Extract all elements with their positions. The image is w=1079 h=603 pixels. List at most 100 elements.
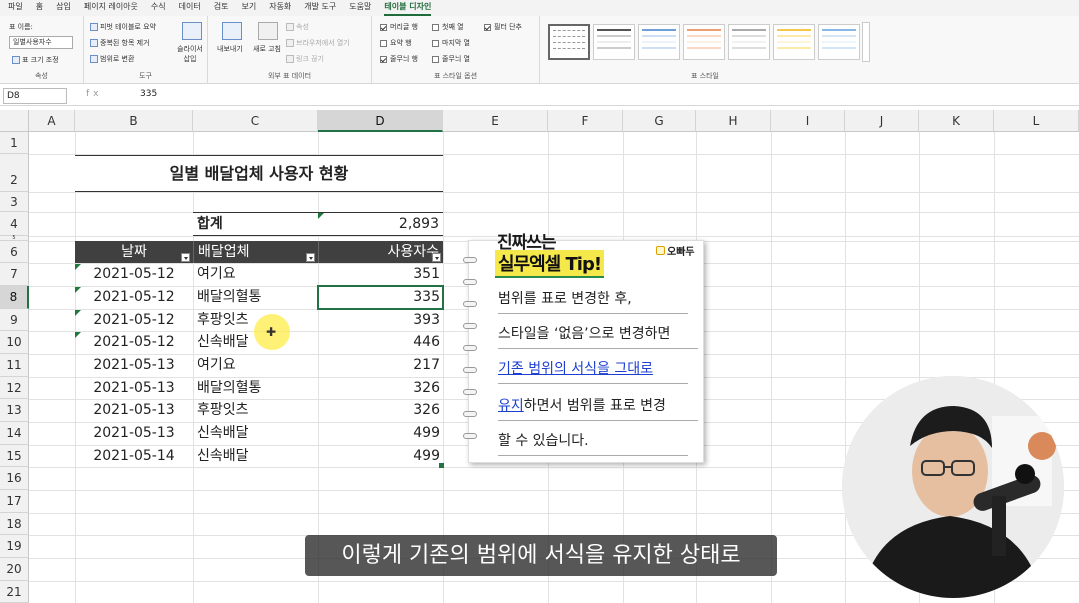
- styles-scroll[interactable]: [862, 22, 870, 62]
- tab-file[interactable]: 파일: [8, 0, 23, 16]
- table-cell-date[interactable]: 2021-05-13: [75, 354, 193, 376]
- filter-dropdown-icon[interactable]: [181, 253, 190, 262]
- table-style-gray[interactable]: [593, 24, 635, 60]
- total-label[interactable]: 합계: [197, 213, 223, 235]
- tab-automate[interactable]: 자동화: [269, 0, 291, 16]
- export-button[interactable]: 내보내기: [217, 44, 243, 54]
- row-header-15[interactable]: 15: [0, 445, 29, 467]
- table-cell-date[interactable]: 2021-05-13: [75, 422, 193, 444]
- col-header-d[interactable]: D: [318, 110, 443, 132]
- table-cell-date[interactable]: 2021-05-13: [75, 377, 193, 399]
- tab-view[interactable]: 보기: [241, 0, 256, 16]
- select-all-corner[interactable]: [0, 110, 29, 132]
- remove-duplicates-button[interactable]: 중복된 항목 제거: [90, 38, 150, 48]
- table-cell-date[interactable]: 2021-05-12: [75, 309, 193, 331]
- total-row-checkbox[interactable]: 요약 행: [380, 38, 412, 48]
- properties-button[interactable]: 속성: [286, 22, 309, 32]
- header-row-checkbox[interactable]: 머리글 행: [380, 22, 418, 32]
- col-header-a[interactable]: A: [29, 110, 75, 132]
- formula-input[interactable]: 335: [140, 89, 157, 99]
- tab-table-design[interactable]: 테이블 디자인: [384, 0, 432, 16]
- table-cell-users[interactable]: 499: [318, 422, 440, 444]
- table-cell-company[interactable]: 후팡잇츠: [197, 399, 249, 421]
- table-cell-users[interactable]: 446: [318, 331, 440, 353]
- pivot-summary-button[interactable]: 피벗 테이블로 요약: [90, 22, 156, 32]
- last-column-checkbox[interactable]: 마지막 열: [432, 38, 470, 48]
- table-style-gold[interactable]: [773, 24, 815, 60]
- tab-formulas[interactable]: 수식: [151, 0, 166, 16]
- row-header-1[interactable]: 1: [0, 132, 29, 154]
- col-header-c[interactable]: C: [193, 110, 318, 132]
- table-cell-company[interactable]: 신속배달: [197, 422, 249, 444]
- table-style-none[interactable]: [548, 24, 590, 60]
- sheet-title[interactable]: 일별 배달업체 사용자 현황: [75, 155, 443, 192]
- table-header-company[interactable]: 배달업체: [193, 241, 318, 263]
- row-header-18[interactable]: 18: [0, 513, 29, 535]
- col-header-h[interactable]: H: [696, 110, 771, 132]
- row-header-4[interactable]: 4: [0, 212, 29, 236]
- table-cell-company[interactable]: 여기요: [197, 263, 236, 285]
- tab-developer[interactable]: 개발 도구: [304, 0, 336, 16]
- table-name-input[interactable]: 일별사용자수: [9, 36, 73, 49]
- col-header-k[interactable]: K: [919, 110, 994, 132]
- table-cell-date[interactable]: 2021-05-12: [75, 286, 193, 308]
- table-cell-date[interactable]: 2021-05-13: [75, 399, 193, 421]
- formula-fx-label[interactable]: fx: [86, 89, 103, 99]
- col-header-b[interactable]: B: [75, 110, 193, 132]
- row-header-12[interactable]: 12: [0, 377, 29, 399]
- tab-page-layout[interactable]: 페이지 레이아웃: [84, 0, 138, 16]
- row-header-19[interactable]: 19: [0, 535, 29, 558]
- tab-home[interactable]: 홈: [36, 0, 43, 16]
- table-cell-users[interactable]: 217: [318, 354, 440, 376]
- tab-help[interactable]: 도움말: [349, 0, 371, 16]
- table-cell-company[interactable]: 신속배달: [197, 331, 249, 353]
- table-resize-handle[interactable]: [439, 463, 444, 468]
- col-header-g[interactable]: G: [623, 110, 696, 132]
- table-cell-company[interactable]: 배달의혈통: [197, 286, 261, 308]
- table-cell-users[interactable]: 326: [318, 377, 440, 399]
- convert-to-range-button[interactable]: 범위로 변환: [90, 54, 134, 64]
- banded-columns-checkbox[interactable]: 줄무늬 열: [432, 54, 470, 64]
- tab-review[interactable]: 검토: [214, 0, 229, 16]
- table-cell-company[interactable]: 여기요: [197, 354, 236, 376]
- col-header-l[interactable]: L: [994, 110, 1079, 132]
- row-header-20[interactable]: 20: [0, 558, 29, 581]
- table-cell-company[interactable]: 배달의혈통: [197, 377, 261, 399]
- banded-rows-checkbox[interactable]: 줄무늬 행: [380, 54, 418, 64]
- tab-insert[interactable]: 삽입: [56, 0, 71, 16]
- row-header-7[interactable]: 7: [0, 263, 29, 286]
- row-header-10[interactable]: 10: [0, 331, 29, 354]
- row-header-16[interactable]: 16: [0, 467, 29, 490]
- row-header-14[interactable]: 14: [0, 422, 29, 445]
- table-style-orange[interactable]: [683, 24, 725, 60]
- open-in-browser-button[interactable]: 브라우저에서 열기: [286, 38, 350, 48]
- row-header-17[interactable]: 17: [0, 490, 29, 513]
- insert-slicer-button[interactable]: 슬라이서 삽입: [174, 44, 206, 64]
- row-header-21[interactable]: 21: [0, 581, 29, 603]
- table-cell-company[interactable]: 신속배달: [197, 445, 249, 467]
- filter-dropdown-icon[interactable]: [306, 253, 315, 262]
- filter-button-checkbox[interactable]: 필터 단추: [484, 22, 522, 32]
- total-value[interactable]: 2,893: [322, 213, 439, 235]
- table-cell-users[interactable]: 499: [318, 445, 440, 467]
- table-style-lightblue[interactable]: [818, 24, 860, 60]
- table-header-date[interactable]: 날짜: [75, 241, 193, 263]
- col-header-j[interactable]: J: [845, 110, 919, 132]
- table-style-silver[interactable]: [728, 24, 770, 60]
- row-header-6[interactable]: 6: [0, 241, 29, 263]
- table-cell-date[interactable]: 2021-05-12: [75, 263, 193, 285]
- table-cell-users[interactable]: 393: [318, 309, 440, 331]
- col-header-e[interactable]: E: [443, 110, 548, 132]
- col-header-i[interactable]: I: [771, 110, 845, 132]
- unlink-button[interactable]: 링크 끊기: [286, 54, 324, 64]
- table-cell-date[interactable]: 2021-05-12: [75, 331, 193, 353]
- refresh-button[interactable]: 새로 고침: [252, 44, 282, 54]
- row-header-2[interactable]: 2: [0, 154, 29, 192]
- resize-table-button[interactable]: 표 크기 조정: [12, 55, 59, 65]
- first-column-checkbox[interactable]: 첫째 열: [432, 22, 464, 32]
- table-cell-users[interactable]: 326: [318, 399, 440, 421]
- name-box[interactable]: D8: [3, 88, 67, 104]
- table-header-users[interactable]: 사용자수: [318, 241, 443, 263]
- table-cell-date[interactable]: 2021-05-14: [75, 445, 193, 467]
- tab-data[interactable]: 데이터: [179, 0, 201, 16]
